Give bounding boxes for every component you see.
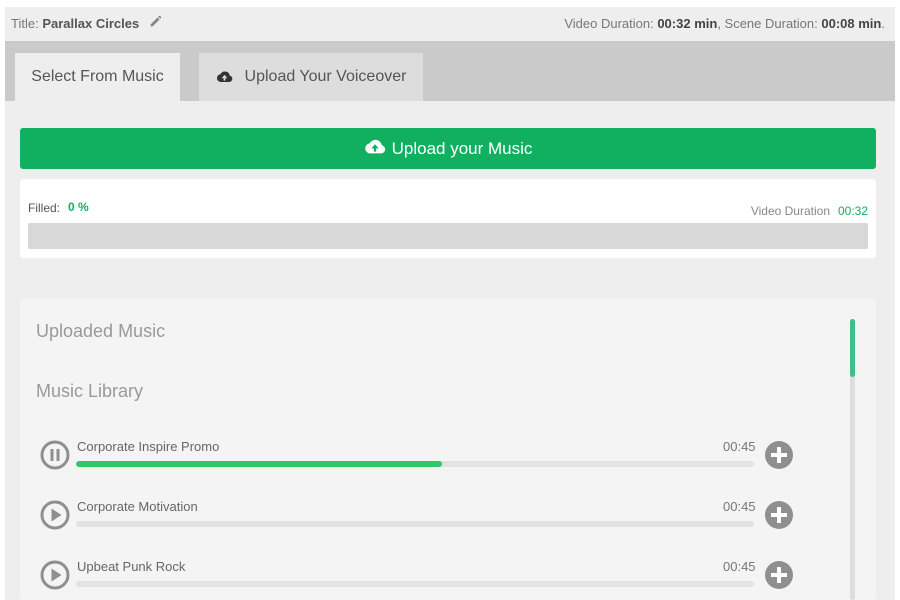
track-item: Corporate Motivation 00:45 [40,499,800,545]
scrollbar[interactable] [850,319,855,600]
tab-label: Upload Your Voiceover [244,68,407,85]
title-value: Parallax Circles [42,16,140,31]
cloud-upload-icon [216,71,232,82]
tab-select-from-music[interactable]: Select From Music [15,53,180,101]
track-name: Corporate Motivation [77,499,198,514]
pause-icon[interactable] [40,440,70,470]
pencil-icon[interactable] [149,15,162,31]
tab-bar: Select From Music Upload Your Voiceover [5,41,895,101]
music-library-heading: Music Library [36,381,144,401]
card-video-duration-value: 00:32 [837,204,868,218]
cloud-upload-icon [364,139,385,153]
scene-duration-value: 00:08 min [821,16,882,31]
title-label: Title: [11,16,39,31]
tab-upload-voiceover[interactable]: Upload Your Voiceover [199,53,423,101]
video-duration-value: 00:32 min [657,16,718,31]
play-icon[interactable] [40,560,70,590]
add-track-icon[interactable] [765,561,793,589]
filled-value: 0 % [68,200,89,214]
track-duration: 00:45 [723,499,756,514]
video-title: Title: Parallax Circles [11,15,162,31]
track-duration: 00:45 [723,559,756,574]
uploaded-music-heading: Uploaded Music [36,321,166,341]
filled-progress-bar [28,223,868,249]
track-duration: 00:45 [723,439,756,454]
top-bar: Title: Parallax Circles Video Duration: … [5,7,895,41]
duration-period: . [881,16,885,31]
track-progress-fill [76,461,443,467]
filled-label: Filled: [28,201,61,215]
music-content: Upload your Music Filled: 0 % Video Dura… [5,101,895,600]
add-track-icon[interactable] [765,501,793,529]
scrollbar-thumb[interactable] [850,319,855,377]
upload-music-button[interactable]: Upload your Music [20,128,876,169]
track-item: Corporate Inspire Promo 00:45 [40,439,800,485]
music-list-panel: Uploaded Music Music Library Corporate I… [20,299,876,600]
play-icon[interactable] [40,500,70,530]
video-duration-label: Video Duration: [564,16,654,31]
track-name: Upbeat Punk Rock [77,559,186,574]
upload-music-label: Upload your Music [391,138,533,158]
track-progress-bar[interactable] [76,581,754,587]
track-progress-bar[interactable] [76,521,754,527]
add-track-icon[interactable] [765,441,793,469]
filled-status-card: Filled: 0 % Video Duration 00:32 [20,179,876,258]
card-video-duration-label: Video Duration [750,204,830,218]
track-item: Upbeat Punk Rock 00:45 [40,559,800,600]
track-name: Corporate Inspire Promo [77,439,220,454]
duration-summary: Video Duration: 00:32 min, Scene Duratio… [564,16,885,31]
track-progress-bar[interactable] [76,461,754,467]
tab-label: Select From Music [31,68,164,85]
scene-duration-label: , Scene Duration: [717,16,818,31]
